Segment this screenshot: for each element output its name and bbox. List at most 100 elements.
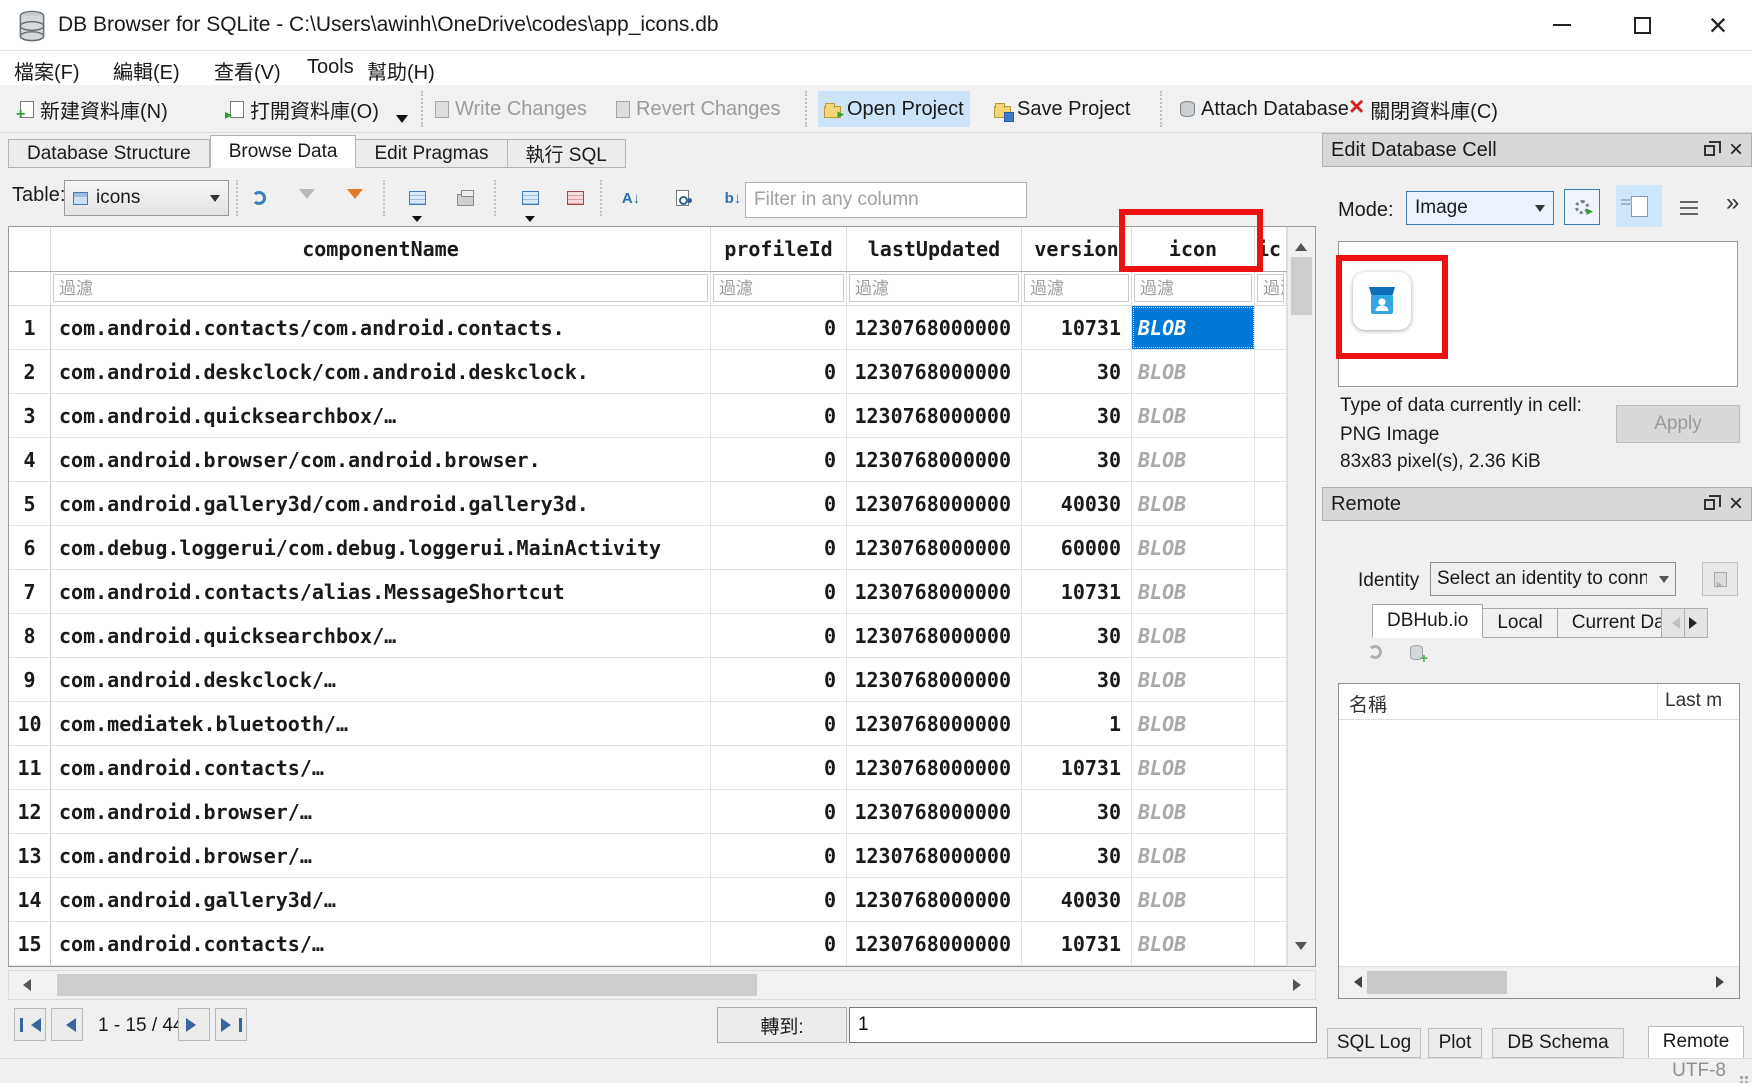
filter-lastUpdated[interactable]: 過濾 (849, 274, 1019, 302)
global-filter-input[interactable] (745, 182, 1027, 218)
cell-version[interactable]: 30 (1022, 790, 1132, 833)
cell-componentName[interactable]: com.android.browser/… (51, 790, 711, 833)
menu-edit[interactable]: 編輯(E) (113, 56, 180, 85)
cell-profileId[interactable]: 0 (711, 350, 847, 393)
scroll-down-icon[interactable] (1295, 942, 1307, 956)
tab-sql-log[interactable]: SQL Log (1327, 1028, 1421, 1058)
print-button[interactable] (449, 182, 481, 214)
cell-version[interactable]: 30 (1022, 438, 1132, 481)
import-data-button[interactable] (1564, 189, 1600, 225)
close-panel-icon[interactable] (1729, 138, 1743, 163)
float-panel-icon[interactable] (1704, 499, 1715, 510)
cell-lastUpdated[interactable]: 1230768000000 (847, 350, 1022, 393)
cell-componentName[interactable]: com.debug.loggerui/com.debug.loggerui.Ma… (51, 526, 711, 569)
close-panel-icon[interactable] (1729, 492, 1743, 517)
cell-lastUpdated[interactable]: 1230768000000 (847, 394, 1022, 437)
cell-partial[interactable] (1255, 922, 1287, 965)
cell-lastUpdated[interactable]: 1230768000000 (847, 570, 1022, 613)
tab-dbhub[interactable]: DBHub.io (1372, 604, 1483, 638)
cell-icon-blob[interactable]: BLOB (1132, 702, 1255, 745)
cell-version[interactable]: 40030 (1022, 482, 1132, 525)
cell-num[interactable]: 14 (9, 878, 51, 921)
scroll-right-icon[interactable] (1293, 979, 1307, 991)
tab-edit-pragmas[interactable]: Edit Pragmas (356, 139, 507, 168)
cell-lastUpdated[interactable]: 1230768000000 (847, 438, 1022, 481)
cell-partial[interactable] (1255, 834, 1287, 877)
mode-select[interactable]: Image (1406, 191, 1554, 225)
filter-button[interactable] (291, 182, 323, 214)
cell-profileId[interactable]: 0 (711, 482, 847, 525)
cell-profileId[interactable]: 0 (711, 526, 847, 569)
cell-partial[interactable] (1255, 746, 1287, 789)
write-changes-button[interactable]: Write Changes (429, 91, 593, 127)
find-in-cells-button[interactable] (666, 182, 698, 214)
cell-icon-blob[interactable]: BLOB (1132, 306, 1255, 349)
cell-num[interactable]: 5 (9, 482, 51, 525)
cell-icon-blob[interactable]: BLOB (1132, 614, 1255, 657)
cell-icon-blob[interactable]: BLOB (1132, 350, 1255, 393)
revert-changes-button[interactable]: Revert Changes (610, 91, 787, 127)
save-project-button[interactable]: Save Project (988, 91, 1136, 127)
sort-asc-button[interactable]: A↓ (615, 182, 647, 214)
list-column-last-modified[interactable]: Last m (1665, 690, 1739, 712)
cell-partial[interactable] (1255, 702, 1287, 745)
vertical-scrollbar[interactable] (1287, 227, 1315, 966)
cell-lastUpdated[interactable]: 1230768000000 (847, 658, 1022, 701)
cell-componentName[interactable]: com.android.browser/… (51, 834, 711, 877)
tab-db-schema[interactable]: DB Schema (1492, 1028, 1624, 1058)
open-project-button[interactable]: Open Project (818, 91, 970, 127)
tab-database-structure[interactable]: Database Structure (8, 139, 210, 168)
list-column-name[interactable]: 名稱 (1349, 690, 1387, 717)
filter-version[interactable]: 過濾 (1024, 274, 1129, 302)
cell-partial[interactable] (1255, 658, 1287, 701)
cell-lastUpdated[interactable]: 1230768000000 (847, 482, 1022, 525)
float-panel-icon[interactable] (1704, 145, 1715, 156)
cell-num[interactable]: 13 (9, 834, 51, 877)
cell-componentName[interactable]: com.android.gallery3d/com.android.galler… (51, 482, 711, 525)
cell-version[interactable]: 30 (1022, 614, 1132, 657)
horizontal-scrollbar[interactable] (8, 970, 1316, 1000)
header-version[interactable]: version (1022, 227, 1132, 271)
filter-partial[interactable]: 過濾 (1257, 274, 1284, 302)
cell-version[interactable]: 30 (1022, 834, 1132, 877)
cell-lastUpdated[interactable]: 1230768000000 (847, 306, 1022, 349)
tab-scroll-right-button[interactable] (1685, 608, 1708, 638)
cell-partial[interactable] (1255, 482, 1287, 525)
cell-num[interactable]: 11 (9, 746, 51, 789)
cell-lastUpdated[interactable]: 1230768000000 (847, 702, 1022, 745)
cell-componentName[interactable]: com.android.quicksearchbox/… (51, 394, 711, 437)
cell-profileId[interactable]: 0 (711, 702, 847, 745)
cell-partial[interactable] (1255, 306, 1287, 349)
cell-lastUpdated[interactable]: 1230768000000 (847, 834, 1022, 877)
save-results-button[interactable] (401, 182, 433, 214)
menu-help[interactable]: 幫助(H) (367, 56, 435, 85)
cell-icon-blob[interactable]: BLOB (1132, 394, 1255, 437)
cell-partial[interactable] (1255, 350, 1287, 393)
filter-profileId[interactable]: 過濾 (713, 274, 844, 302)
filter-icon[interactable]: 過濾 (1134, 274, 1252, 302)
cell-num[interactable]: 8 (9, 614, 51, 657)
cell-profileId[interactable]: 0 (711, 394, 847, 437)
open-database-dropdown-icon[interactable] (396, 115, 408, 129)
goto-input[interactable] (849, 1007, 1317, 1043)
cell-icon-blob[interactable]: BLOB (1132, 438, 1255, 481)
cell-version[interactable]: 10731 (1022, 746, 1132, 789)
attach-database-button[interactable]: Attach Database (1174, 91, 1355, 127)
remote-refresh-icon[interactable] (1368, 645, 1382, 659)
cell-profileId[interactable]: 0 (711, 878, 847, 921)
cell-componentName[interactable]: com.android.contacts/alias.MessageShortc… (51, 570, 711, 613)
cell-icon-blob[interactable]: BLOB (1132, 878, 1255, 921)
menu-tools[interactable]: Tools (307, 56, 354, 79)
cell-profileId[interactable]: 0 (711, 790, 847, 833)
cell-icon-blob[interactable]: BLOB (1132, 658, 1255, 701)
close-database-button[interactable]: 關閉資料庫(C) (1343, 91, 1504, 127)
first-record-button[interactable] (14, 1008, 46, 1041)
tab-local[interactable]: Local (1483, 608, 1557, 638)
horizontal-scrollbar-thumb[interactable] (57, 974, 757, 996)
minimize-button[interactable] (1532, 0, 1592, 50)
vertical-scrollbar-thumb[interactable] (1291, 257, 1312, 315)
cell-num[interactable]: 9 (9, 658, 51, 701)
cell-num[interactable]: 10 (9, 702, 51, 745)
cell-profileId[interactable]: 0 (711, 306, 847, 349)
cell-partial[interactable] (1255, 790, 1287, 833)
